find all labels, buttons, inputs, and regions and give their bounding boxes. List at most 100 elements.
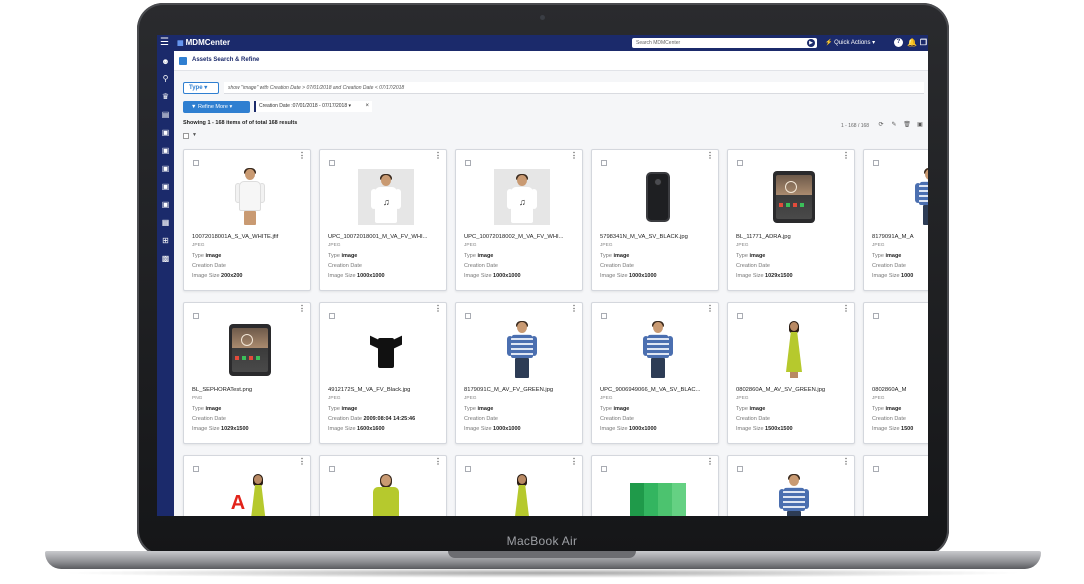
card-thumbnail[interactable]: A [222,474,278,516]
help-icon[interactable]: ? [894,38,903,47]
card-thumbnail[interactable] [358,321,414,379]
card-thumbnail[interactable]: ♫ [358,168,414,226]
image-icon[interactable]: ▣ [916,121,924,129]
card-checkbox[interactable] [601,160,607,166]
more-vertical-icon[interactable]: ⋮ [842,458,850,466]
global-search-input[interactable]: Search MDMCenter ▶ [632,38,817,48]
asset-card[interactable]: ⋮ ♫ UPC_10072018002_M_VA_FV_WHI... JPEG Type… [455,149,583,291]
close-icon[interactable]: × [365,101,369,112]
asset-card[interactable]: ⋮ 10072018001A_S_VA_WHITE.jfif JPEG Type im… [183,149,311,291]
grid-icon[interactable]: ▩ [160,254,171,264]
chevron-down-icon[interactable]: ▼ [192,132,197,138]
screen-icon[interactable]: ▣ [160,200,171,210]
card-thumbnail[interactable] [494,321,550,379]
asset-card[interactable]: ⋮ A [183,455,311,516]
asset-card[interactable]: ⋮ [727,455,855,516]
books-icon[interactable]: ▤ [160,110,171,120]
card-checkbox[interactable] [737,313,743,319]
asset-card[interactable]: ⋮ BL_SEPHORATest.png PNG Type image Creation… [183,302,311,444]
card-checkbox[interactable] [193,160,199,166]
card-checkbox[interactable] [465,466,471,472]
asset-card[interactable]: ⋮ [319,455,447,516]
refine-more-button[interactable]: ▼ Refine More ▾ [183,101,250,113]
screen-icon[interactable]: ▣ [160,128,171,138]
asset-card[interactable]: ⋮8179091A_M_AJPEGType imageCreation Date… [863,149,928,291]
card-checkbox[interactable] [193,313,199,319]
user-lock-icon[interactable]: ♛ [160,92,171,102]
screen-icon[interactable]: ▣ [160,182,171,192]
card-thumbnail[interactable] [630,168,686,226]
card-checkbox[interactable] [329,313,335,319]
asset-card[interactable]: ⋮ 5798341N_M_VA_SV_BLACK.jpg JPEG Type imag… [591,149,719,291]
windows-icon[interactable]: ❐ [919,38,928,47]
asset-card[interactable]: ⋮ [591,455,719,516]
card-thumbnail[interactable] [494,474,550,516]
trash-icon[interactable]: 🗑 [903,121,911,129]
search-icon[interactable]: ⚲ [160,74,171,84]
card-checkbox[interactable] [193,466,199,472]
select-all-checkbox[interactable] [183,133,189,139]
asset-card[interactable]: ⋮ UPC_9006949066_M_VA_SV_BLAC... JPEG Type … [591,302,719,444]
asset-card[interactable]: ⋮ BL_11771_ADRA.jpg JPEG Type image Creation… [727,149,855,291]
card-thumbnail[interactable] [766,474,822,516]
more-vertical-icon[interactable]: ⋮ [298,305,306,313]
more-vertical-icon[interactable]: ⋮ [570,152,578,160]
asset-card[interactable]: ⋮ 4912172S_M_VA_FV_Black.jpg JPEG Type imag… [319,302,447,444]
card-thumbnail[interactable] [902,474,928,516]
card-thumbnail[interactable] [766,168,822,226]
card-checkbox[interactable] [873,313,879,319]
user-icon[interactable]: ☻ [160,57,171,67]
asset-card[interactable]: ⋮ 8179091C_M_AV_FV_GREEN.jpg JPEG Type imag… [455,302,583,444]
card-thumbnail[interactable] [902,321,928,379]
more-vertical-icon[interactable]: ⋮ [570,458,578,466]
asset-card[interactable]: ⋮0802860A_MJPEGType imageCreation Date I… [863,302,928,444]
more-vertical-icon[interactable]: ⋮ [842,305,850,313]
more-vertical-icon[interactable]: ⋮ [570,305,578,313]
filter-chip[interactable]: Creation Date :07/01/2018 - 07/17/2018 ▾… [254,101,372,112]
quick-actions-button[interactable]: ⚡ Quick Actions ▾ [825,37,875,49]
card-thumbnail[interactable]: ♫ [494,168,550,226]
card-thumbnail[interactable] [766,321,822,379]
card-thumbnail[interactable] [358,474,414,516]
asset-card[interactable]: ⋮ ♫ UPC_10072018001_M_VA_FV_WHI... JPEG Type… [319,149,447,291]
hamburger-menu-icon[interactable]: ☰ [160,37,170,49]
edit-icon[interactable]: ✎ [890,121,898,129]
more-vertical-icon[interactable]: ⋮ [706,458,714,466]
screen-icon[interactable]: ▣ [160,146,171,156]
card-checkbox[interactable] [737,160,743,166]
more-vertical-icon[interactable]: ⋮ [434,152,442,160]
card-checkbox[interactable] [873,160,879,166]
app-logo[interactable]: ▦ MDMCenter [177,37,230,50]
refresh-icon[interactable]: ⟳ [877,121,885,129]
card-thumbnail[interactable] [630,321,686,379]
card-checkbox[interactable] [737,466,743,472]
bell-icon[interactable]: 🔔 [907,38,917,47]
card-checkbox[interactable] [465,160,471,166]
more-vertical-icon[interactable]: ⋮ [434,305,442,313]
more-vertical-icon[interactable]: ⋮ [298,152,306,160]
card-checkbox[interactable] [329,160,335,166]
query-input[interactable]: show "image" with Creation Date > 07/01/… [224,82,924,94]
card-thumbnail[interactable] [630,474,686,516]
plus-box-icon[interactable]: ⊞ [160,236,171,246]
screen-icon[interactable]: ▣ [160,164,171,174]
asset-card[interactable]: ⋮ 0802860A_M_AV_SV_GREEN.jpg JPEG Type imag… [727,302,855,444]
card-checkbox[interactable] [601,313,607,319]
more-vertical-icon[interactable]: ⋮ [706,152,714,160]
asset-card[interactable]: ⋮ [863,455,928,516]
more-vertical-icon[interactable]: ⋮ [706,305,714,313]
more-vertical-icon[interactable]: ⋮ [842,152,850,160]
type-dropdown[interactable]: Type ▾ [183,82,219,94]
more-vertical-icon[interactable]: ⋮ [434,458,442,466]
card-checkbox[interactable] [873,466,879,472]
card-thumbnail[interactable] [222,168,278,226]
more-vertical-icon[interactable]: ⋮ [298,458,306,466]
card-thumbnail[interactable] [222,321,278,379]
card-checkbox[interactable] [329,466,335,472]
chart-icon[interactable]: ▦ [160,218,171,228]
card-checkbox[interactable] [601,466,607,472]
asset-card[interactable]: ⋮ [455,455,583,516]
card-thumbnail[interactable] [902,168,928,226]
search-go-icon[interactable]: ▶ [807,39,815,47]
card-checkbox[interactable] [465,313,471,319]
